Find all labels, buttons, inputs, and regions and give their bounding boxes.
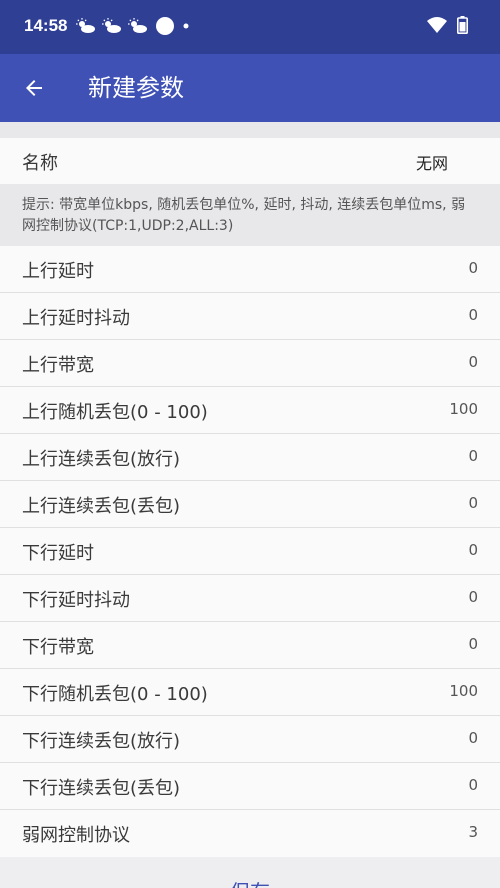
- param-label: 上行连续丢包(丢包): [22, 496, 181, 517]
- param-value[interactable]: 0: [468, 729, 478, 747]
- param-value[interactable]: 0: [468, 447, 478, 465]
- param-value[interactable]: 0: [468, 588, 478, 606]
- param-row-uplink-delay[interactable]: 上行延时 0: [0, 246, 500, 293]
- param-row-protocol[interactable]: 弱网控制协议 3: [0, 810, 500, 857]
- save-label: 保存: [230, 876, 270, 888]
- param-row-uplink-jitter[interactable]: 上行延时抖动 0: [0, 293, 500, 340]
- cloud-sun-icon: [128, 18, 147, 33]
- dot-icon: [183, 23, 189, 29]
- save-area: 保存: [0, 858, 500, 888]
- circle-notification-icon: [156, 17, 174, 35]
- param-value[interactable]: 100: [449, 682, 478, 700]
- param-label: 下行连续丢包(丢包): [22, 778, 181, 799]
- top-spacer: [0, 122, 500, 138]
- param-label: 上行带宽: [22, 355, 94, 376]
- param-label: 下行延时: [22, 543, 94, 564]
- param-row-downlink-delay[interactable]: 下行延时 0: [0, 528, 500, 575]
- name-value[interactable]: 无网: [416, 150, 448, 174]
- param-row-uplink-random-loss[interactable]: 上行随机丢包(0 - 100) 100: [0, 387, 500, 434]
- param-label: 下行延时抖动: [22, 590, 130, 611]
- param-label: 下行随机丢包(0 - 100): [22, 684, 208, 705]
- cloud-sun-icon: [102, 18, 121, 33]
- status-time: 14:58: [24, 16, 68, 35]
- param-value[interactable]: 0: [468, 259, 478, 277]
- param-label: 上行延时: [22, 261, 94, 282]
- param-value[interactable]: 0: [468, 306, 478, 324]
- param-row-uplink-burst-drop[interactable]: 上行连续丢包(丢包) 0: [0, 481, 500, 528]
- param-row-uplink-burst-pass[interactable]: 上行连续丢包(放行) 0: [0, 434, 500, 481]
- param-row-uplink-bandwidth[interactable]: 上行带宽 0: [0, 340, 500, 387]
- param-value[interactable]: 0: [468, 635, 478, 653]
- param-value[interactable]: 0: [468, 541, 478, 559]
- param-list: 上行延时 0 上行延时抖动 0 上行带宽 0 上行随机丢包(0 - 100) 1…: [0, 246, 500, 857]
- param-row-downlink-random-loss[interactable]: 下行随机丢包(0 - 100) 100: [0, 669, 500, 716]
- status-system-icons: [427, 16, 468, 34]
- param-label: 上行随机丢包(0 - 100): [22, 402, 208, 423]
- param-label: 下行连续丢包(放行): [22, 731, 181, 752]
- hint-text: 提示: 带宽单位kbps, 随机丢包单位%, 延时, 抖动, 连续丢包单位ms,…: [0, 184, 500, 246]
- param-label: 上行延时抖动: [22, 308, 130, 329]
- param-label: 上行连续丢包(放行): [22, 449, 181, 470]
- cloud-sun-icon: [76, 18, 95, 33]
- name-row[interactable]: 名称 无网: [0, 138, 500, 184]
- param-label: 弱网控制协议: [22, 825, 130, 846]
- wifi-icon: [427, 17, 447, 33]
- arrow-left-icon: [26, 80, 42, 96]
- param-row-downlink-burst-pass[interactable]: 下行连续丢包(放行) 0: [0, 716, 500, 763]
- param-value[interactable]: 0: [468, 353, 478, 371]
- param-value[interactable]: 0: [468, 494, 478, 512]
- name-label: 名称: [22, 153, 58, 174]
- param-row-downlink-burst-drop[interactable]: 下行连续丢包(丢包) 0: [0, 763, 500, 810]
- app-bar: 新建参数: [0, 54, 500, 122]
- page-title: 新建参数: [88, 74, 184, 102]
- status-bar: 14:58: [0, 0, 500, 54]
- back-button[interactable]: [18, 72, 50, 104]
- save-button[interactable]: 保存: [0, 858, 500, 888]
- status-notification-icons: [76, 15, 190, 37]
- param-value[interactable]: 100: [449, 400, 478, 418]
- battery-icon: [457, 16, 468, 34]
- param-row-downlink-jitter[interactable]: 下行延时抖动 0: [0, 575, 500, 622]
- param-label: 下行带宽: [22, 637, 94, 658]
- param-value[interactable]: 0: [468, 776, 478, 794]
- param-row-downlink-bandwidth[interactable]: 下行带宽 0: [0, 622, 500, 669]
- param-value[interactable]: 3: [468, 823, 478, 841]
